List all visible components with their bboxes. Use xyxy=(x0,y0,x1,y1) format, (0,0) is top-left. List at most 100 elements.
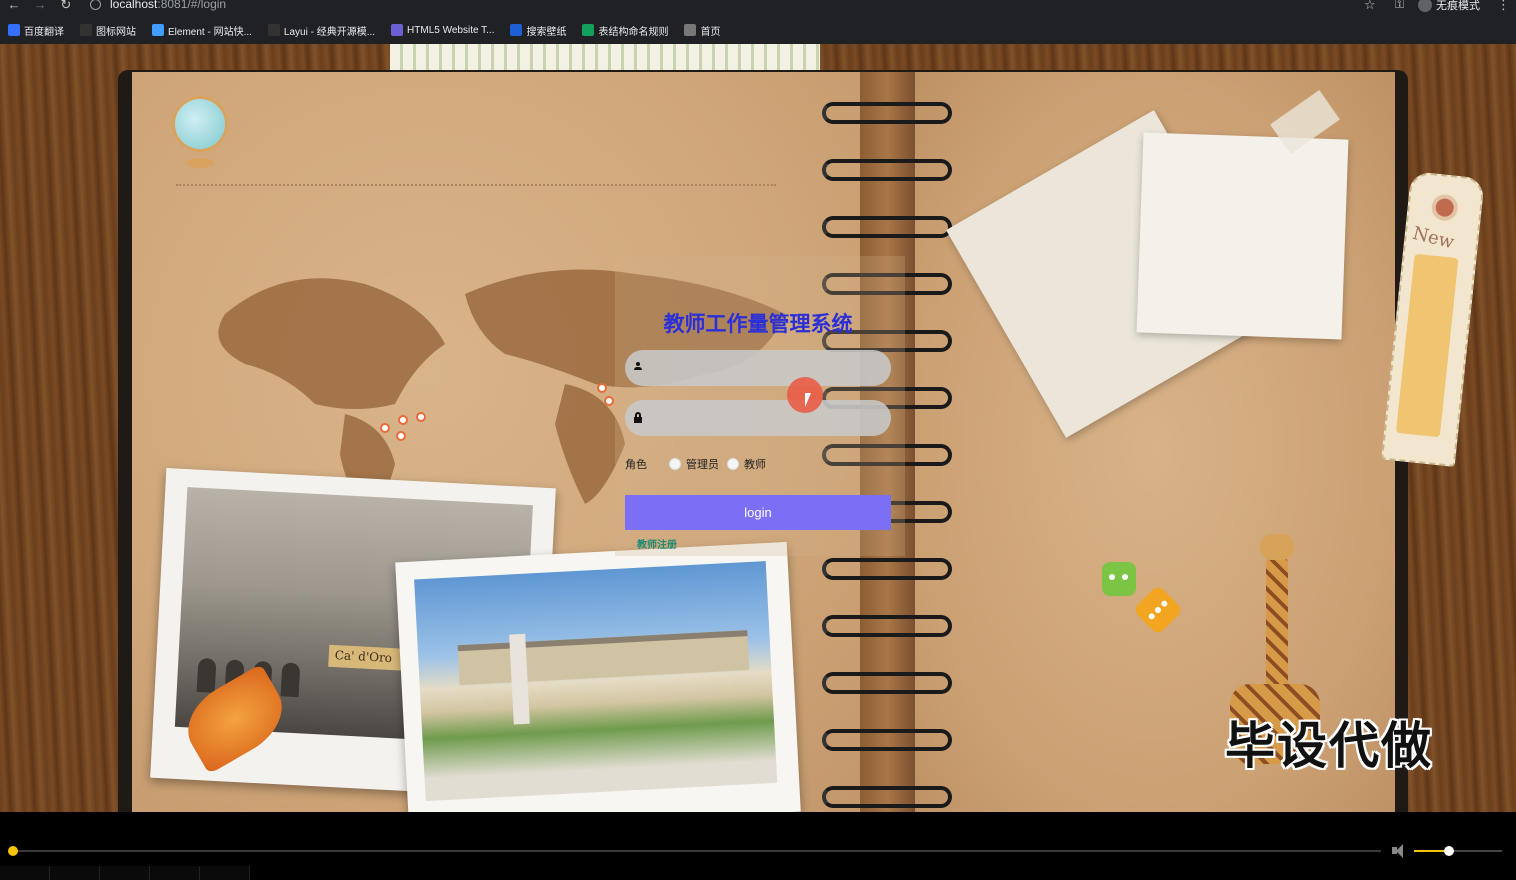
player-tab xyxy=(200,866,250,880)
paris-photo xyxy=(395,541,801,812)
map-pin xyxy=(398,415,408,425)
dice-dot xyxy=(1109,574,1115,580)
notebook-ring xyxy=(822,786,952,808)
sticky-note xyxy=(1136,132,1349,340)
html5-icon xyxy=(391,24,404,36)
seek-bar[interactable] xyxy=(13,850,1381,852)
photo-building xyxy=(457,630,750,686)
username-input[interactable] xyxy=(649,350,879,386)
url-host: localhost xyxy=(110,0,158,11)
role-radio-teacher[interactable] xyxy=(727,458,739,470)
notebook-ring xyxy=(822,615,952,637)
bookmark-item[interactable]: HTML5 Website T... xyxy=(391,24,494,36)
bookmark-label: Element - 网站快... xyxy=(168,26,252,38)
photo-sign: Ca' d'Oro xyxy=(328,644,410,671)
address-bar-row: ← → ↻ localhost:8081/#/login ☆ ⚿ 无痕模式 ⋮ xyxy=(0,0,1516,14)
layui-icon xyxy=(267,24,280,36)
bookmark-item[interactable]: 搜索壁纸 xyxy=(510,23,566,38)
notebook-ring xyxy=(822,159,952,181)
bookmark-label: 首页 xyxy=(700,26,721,38)
notebook-ring xyxy=(822,102,952,124)
incognito-label: 无痕模式 xyxy=(1436,0,1480,12)
login-title: 教师工作量管理系统 xyxy=(663,312,853,336)
bookmark-item[interactable]: 图标网站 xyxy=(80,23,136,38)
bookmark-label: 百度翻译 xyxy=(24,26,64,38)
forward-icon[interactable]: → xyxy=(32,0,48,12)
url-field[interactable]: localhost:8081/#/login xyxy=(110,0,226,11)
map-pin xyxy=(416,412,426,422)
table-icon xyxy=(582,24,595,36)
bookmark-label: 图标网站 xyxy=(96,26,136,38)
dice-dot xyxy=(1160,599,1169,608)
giraffe-head xyxy=(1260,534,1294,560)
tag-hole xyxy=(1430,193,1459,222)
bookmarks-bar: 百度翻译 图标网站 Element - 网站快... Layui - 经典开源模...… xyxy=(0,20,736,40)
volume-icon[interactable] xyxy=(1392,844,1408,858)
bookmark-item[interactable]: 首页 xyxy=(684,23,720,38)
watermark-text: 毕设代做 xyxy=(1225,717,1433,775)
password-field[interactable] xyxy=(625,400,891,436)
role-selector: 角色 管理员 教师 xyxy=(625,456,774,472)
notebook-ring xyxy=(822,216,952,238)
player-bottom-strip xyxy=(0,866,1516,880)
map-north-america-shape xyxy=(218,278,445,409)
reload-icon[interactable]: ↻ xyxy=(58,0,74,12)
photo-arch xyxy=(280,662,301,698)
globe-icon xyxy=(684,24,697,36)
browser-chrome: ← → ↻ localhost:8081/#/login ☆ ⚿ 无痕模式 ⋮ … xyxy=(0,0,1516,44)
login-button[interactable]: login xyxy=(625,495,891,530)
role-option-admin[interactable]: 管理员 xyxy=(669,456,719,472)
key-icon[interactable]: ⚿ xyxy=(1395,0,1404,12)
player-tab xyxy=(150,866,200,880)
flag-icon xyxy=(80,24,92,36)
password-input[interactable] xyxy=(649,400,879,436)
volume-knob[interactable] xyxy=(1444,846,1455,856)
username-field[interactable] xyxy=(625,350,891,386)
globe-base xyxy=(186,158,214,168)
element-icon xyxy=(152,24,164,36)
dice-dot xyxy=(1147,612,1156,621)
notebook-ring xyxy=(822,558,952,580)
role-radio-admin[interactable] xyxy=(669,458,681,470)
teacher-register-link[interactable]: 教师注册 xyxy=(637,536,677,551)
site-info-icon[interactable] xyxy=(90,0,101,10)
back-icon[interactable]: ← xyxy=(6,0,22,12)
green-dice-icon xyxy=(1102,562,1136,596)
user-icon xyxy=(633,362,643,374)
video-player-bar xyxy=(0,812,1516,880)
role-option-label: 教师 xyxy=(744,459,766,471)
incognito-avatar-icon xyxy=(1418,0,1432,12)
photo-arch xyxy=(196,657,217,693)
incognito-profile[interactable]: 无痕模式 xyxy=(1418,0,1480,13)
bookmark-item[interactable]: 表结构命名规则 xyxy=(582,23,668,38)
map-pin xyxy=(396,431,406,441)
seek-knob[interactable] xyxy=(8,846,18,856)
map-pin xyxy=(604,396,614,406)
tag-text: New xyxy=(1410,222,1457,254)
role-option-teacher[interactable]: 教师 xyxy=(727,456,766,472)
notebook-ring xyxy=(822,729,952,751)
bookmark-label: 表结构命名规则 xyxy=(598,26,669,38)
page-background: Ca' d'Oro New 毕设代做 教师工作量管理系统 角色 管理员 教师 l… xyxy=(0,44,1516,812)
wallpaper-icon xyxy=(510,24,523,36)
bookmark-item[interactable]: Element - 网站快... xyxy=(152,23,252,38)
map-pin xyxy=(597,383,607,393)
role-label: 角色 xyxy=(625,459,647,471)
player-tab xyxy=(50,866,100,880)
notebook-ring xyxy=(822,672,952,694)
map-pin xyxy=(380,423,390,433)
bookmark-star-icon[interactable]: ☆ xyxy=(1364,0,1376,13)
bookmark-item[interactable]: 百度翻译 xyxy=(8,23,64,38)
mouse-cursor-icon xyxy=(805,393,817,407)
baidu-translate-icon xyxy=(8,24,20,36)
globe-icon xyxy=(170,96,230,176)
player-tab xyxy=(100,866,150,880)
paris-photo-image xyxy=(414,561,778,802)
role-option-label: 管理员 xyxy=(686,459,719,471)
dotted-divider xyxy=(176,184,776,186)
dice-dot xyxy=(1122,574,1128,580)
bookmark-item[interactable]: Layui - 经典开源模... xyxy=(267,23,376,38)
browser-menu-icon[interactable]: ⋮ xyxy=(1497,0,1510,13)
bookmark-label: Layui - 经典开源模... xyxy=(283,26,376,38)
tag-inner xyxy=(1395,253,1459,438)
